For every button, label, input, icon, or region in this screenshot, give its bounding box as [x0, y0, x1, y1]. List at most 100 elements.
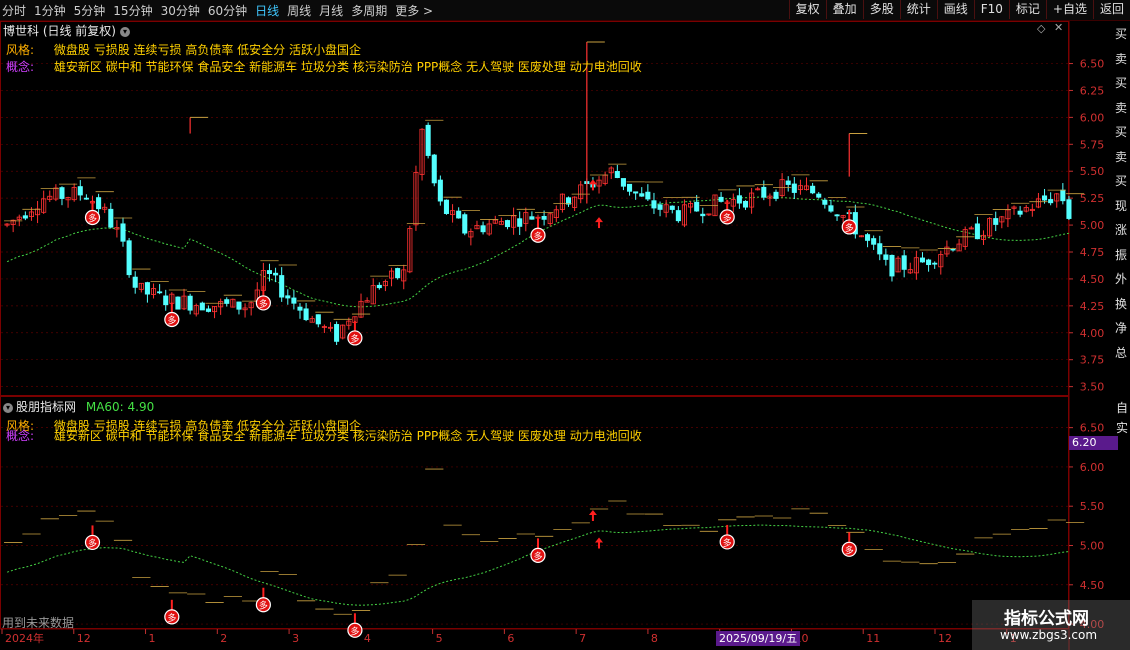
- candle-body: [828, 205, 834, 212]
- indicator-name: 股朋指标网: [16, 400, 77, 414]
- diamond-icon[interactable]: ◇: [1037, 22, 1045, 35]
- candle-body: [517, 218, 523, 227]
- y-tick-label: 6.50: [1080, 422, 1105, 435]
- candle-body: [901, 255, 907, 270]
- date-label: 12: [77, 632, 91, 645]
- indicator-panel-title: ▾ 股朋指标网 MA60: 4.90: [3, 398, 154, 415]
- candle-body: [1048, 199, 1054, 204]
- buy-signal-main-glyph: 多: [845, 222, 854, 234]
- candle-body: [456, 210, 462, 219]
- settings-dropdown-icon[interactable]: ▾: [120, 26, 130, 37]
- y-tick-label: 3.75: [1080, 354, 1105, 367]
- date-label: 4: [364, 632, 371, 645]
- candle-body: [157, 291, 163, 294]
- candle-body: [865, 234, 871, 241]
- right-info-strip: 买卖买卖买卖买现涨振外换净总: [1115, 22, 1130, 365]
- candle-body: [83, 197, 89, 200]
- cursor-date: 2025/09/19/五: [716, 631, 801, 646]
- candle-body: [120, 223, 126, 242]
- candle-body: [669, 205, 675, 210]
- date-label: 8: [651, 632, 658, 645]
- buy-signal-lower-glyph: 多: [167, 612, 176, 624]
- strip-char: 买: [1115, 27, 1128, 41]
- y-tick-label: 4.75: [1080, 246, 1105, 259]
- candle-body: [736, 195, 742, 204]
- candle-body: [773, 191, 779, 199]
- candle-body: [437, 179, 443, 202]
- candle-body: [1060, 189, 1066, 202]
- candle-body: [395, 268, 401, 279]
- lower-concept-row: 概念: 雄安新区 碳中和 节能环保 食品安全 新能源车 垃圾分类 核污染防治 P…: [6, 427, 642, 444]
- y-tick-label: 6.50: [1080, 58, 1105, 71]
- candle-body: [742, 200, 749, 208]
- buy-signal-main-glyph: 多: [723, 212, 732, 224]
- buy-signal-lower-glyph: 多: [533, 550, 542, 562]
- candle-body: [834, 214, 840, 217]
- candle-body: [700, 213, 706, 217]
- candle-body: [761, 186, 767, 198]
- close-icon[interactable]: ✕: [1054, 21, 1063, 34]
- candle-body: [785, 180, 791, 185]
- buy-signal-main-glyph: 多: [533, 230, 542, 242]
- date-label: 2: [220, 632, 227, 645]
- buy-signal-lower-glyph: 多: [350, 625, 359, 637]
- right-info-strip-lower: 自实: [1116, 398, 1130, 438]
- date-label: 1: [149, 632, 156, 645]
- candle-body: [919, 257, 926, 263]
- candle-body: [126, 240, 132, 276]
- candle-body: [627, 183, 633, 192]
- candle-body: [932, 262, 938, 265]
- y-tick-label: 6.00: [1080, 111, 1105, 124]
- strip-char: 涨: [1115, 223, 1128, 237]
- concept-row: 概念: 雄安新区 碳中和 节能环保 食品安全 新能源车 垃圾分类 核污染防治 P…: [6, 58, 642, 75]
- lower-concept-label: 概念:: [6, 429, 35, 443]
- watermark-title: 指标公式网: [1004, 609, 1089, 629]
- concept-label: 概念:: [6, 60, 35, 74]
- lower-concept-text: 雄安新区 碳中和 节能环保 食品安全 新能源车 垃圾分类 核污染防治 PPP概念…: [53, 429, 642, 443]
- candle-body: [529, 216, 535, 220]
- candle-body: [187, 295, 193, 311]
- strip-char: 外: [1115, 272, 1128, 286]
- y-tick-label: 6.25: [1080, 84, 1105, 97]
- candle-body: [291, 297, 297, 304]
- candle-body: [620, 178, 626, 187]
- strip-char: 买: [1115, 174, 1128, 188]
- style-label: 风格:: [6, 43, 35, 57]
- candle-body: [59, 187, 65, 199]
- candle-body: [950, 248, 956, 251]
- y-tick-label: 4.25: [1080, 300, 1105, 313]
- y-tick-label: 4.50: [1080, 579, 1105, 592]
- candle-body: [877, 243, 883, 255]
- indicator-settings-icon[interactable]: ▾: [3, 402, 13, 413]
- date-label: 5: [436, 632, 443, 645]
- y-tick-label: 5.75: [1080, 138, 1105, 151]
- strip-char: 实: [1116, 421, 1129, 435]
- candle-body: [651, 200, 657, 209]
- candle-body: [77, 186, 83, 196]
- y-tick-label: 6.00: [1080, 461, 1105, 474]
- strip-char: 换: [1115, 296, 1128, 311]
- candle-body: [614, 171, 620, 179]
- candle-body: [1066, 199, 1072, 219]
- candle-body: [132, 276, 138, 288]
- y-tick-label: 4.50: [1080, 273, 1105, 286]
- candle-body: [1042, 195, 1048, 201]
- candle-body: [810, 185, 816, 194]
- candle-body: [315, 314, 321, 325]
- kline-chart[interactable]: 6.50 6.25 6.00 5.75 5.50 5.25 5.00 4.75 4.50 4.25…: [0, 0, 1130, 650]
- date-label: 7: [579, 632, 586, 645]
- up-arrow-lower: [588, 510, 597, 515]
- watermark-url: www.zbgs3.com: [1000, 628, 1098, 642]
- candle-body: [279, 275, 285, 298]
- candle-body: [175, 296, 181, 310]
- candle-body: [480, 225, 486, 233]
- date-label: 11: [866, 632, 880, 645]
- up-arrow: [588, 179, 597, 185]
- candle-body: [639, 193, 645, 197]
- y-tick-label: 5.50: [1080, 500, 1105, 513]
- watermark: 指标公式网 www.zbgs3.com: [972, 600, 1130, 650]
- candle-body: [633, 191, 639, 194]
- up-arrow-lower: [595, 537, 604, 543]
- main-panel-title: 博世科 (日线 前复权) ▾: [3, 22, 130, 39]
- candle-body: [431, 154, 437, 184]
